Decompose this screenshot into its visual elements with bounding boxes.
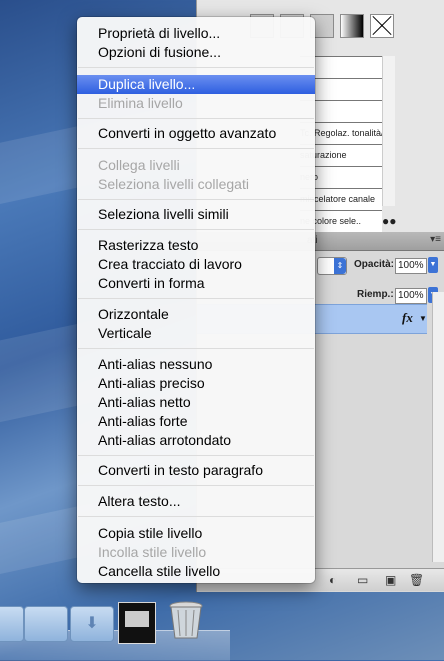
menu-separator (78, 229, 314, 230)
selective-color-icon[interactable] (370, 14, 394, 38)
menu-item-duplicate-layer[interactable]: Duplica livello... (77, 75, 315, 94)
blend-mode-select[interactable]: ⇕ (317, 257, 347, 275)
panel-menu-icon[interactable]: ▾≡ (430, 234, 441, 245)
menu-item-select-linked-layers: Seleziona livelli collegati (98, 176, 249, 192)
menu-item-convert-smart-object[interactable]: Converti in oggetto avanzato (77, 124, 315, 143)
fill-field[interactable]: 100% (395, 288, 427, 304)
link-circles-icon[interactable]: ●● (382, 214, 397, 228)
menu-separator (78, 455, 314, 456)
menu-item-vertical[interactable]: Verticale (77, 324, 315, 343)
menu-item-copy-layer-style[interactable]: Copia stile livello (77, 524, 315, 543)
dock-folder-icon[interactable] (24, 606, 68, 646)
adjustments-scrollbar[interactable] (382, 56, 395, 206)
menu-item-create-work-path[interactable]: Crea tracciato di lavoro (77, 255, 315, 274)
screenshot-stack-icon[interactable] (118, 602, 156, 644)
trash-bin-icon[interactable] (168, 600, 204, 640)
opacity-label: Opacità: (354, 259, 395, 270)
menu-item-convert-to-paragraph-text[interactable]: Converti in testo paragrafo (77, 461, 315, 480)
menu-separator (78, 348, 314, 349)
trash-icon[interactable]: 🗑 (409, 573, 424, 587)
menu-separator (78, 199, 314, 200)
menu-separator (78, 67, 314, 68)
menu-item-clear-layer-style[interactable]: Cancella stile livello (77, 562, 315, 581)
menu-separator (78, 148, 314, 149)
menu-item-anti-alias-sharp[interactable]: Anti-alias preciso (77, 374, 315, 393)
menu-item-anti-alias-none[interactable]: Anti-alias nessuno (77, 355, 315, 374)
menu-item-anti-alias-crisp[interactable]: Anti-alias netto (77, 393, 315, 412)
menu-item-blending-options[interactable]: Opzioni di fusione... (77, 43, 315, 62)
menu-separator (78, 516, 314, 517)
chevron-down-icon[interactable]: ▼ (419, 314, 427, 323)
menu-item-rasterize-type[interactable]: Rasterizza testo (77, 236, 315, 255)
chevron-updown-icon: ⇕ (334, 258, 346, 274)
gradient-map-icon[interactable] (340, 14, 364, 38)
layer-effects-icon[interactable]: fx (402, 310, 413, 326)
opacity-field[interactable]: 100% (395, 258, 427, 274)
menu-item-select-similar-layers[interactable]: Seleziona livelli simili (77, 205, 315, 224)
menu-item-convert-to-shape[interactable]: Converti in forma (77, 274, 315, 293)
layer-context-menu: Proprietà di livello... Opzioni di fusio… (77, 17, 315, 583)
menu-item-link-layers: Collega livelli (98, 157, 180, 173)
menu-separator (78, 485, 314, 486)
menu-item-paste-layer-style: Incolla stile livello (98, 544, 207, 560)
menu-item-warp-text[interactable]: Altera testo... (77, 492, 315, 511)
menu-item-layer-properties[interactable]: Proprietà di livello... (77, 24, 315, 43)
downloads-folder-icon[interactable]: ⬇ (70, 606, 114, 646)
fill-label: Riemp.: (357, 289, 394, 300)
menu-item-delete-layer: Elimina livello (98, 95, 183, 111)
opacity-arrow-icon[interactable]: ▼ (428, 257, 438, 273)
menu-item-anti-alias-strong[interactable]: Anti-alias forte (77, 412, 315, 431)
layers-scrollbar[interactable] (432, 292, 444, 562)
group-folder-icon[interactable]: ▭ (357, 573, 368, 587)
menu-item-anti-alias-smooth[interactable]: Anti-alias arrotondato (77, 431, 315, 450)
menu-item-horizontal[interactable]: Orizzontale (77, 305, 315, 324)
menu-separator (78, 118, 314, 119)
adjustment-layer-icon[interactable]: ◐ (329, 573, 336, 587)
dock-folder-icon[interactable] (0, 606, 24, 646)
menu-separator (78, 298, 314, 299)
new-layer-icon[interactable]: ▣ (385, 573, 396, 587)
